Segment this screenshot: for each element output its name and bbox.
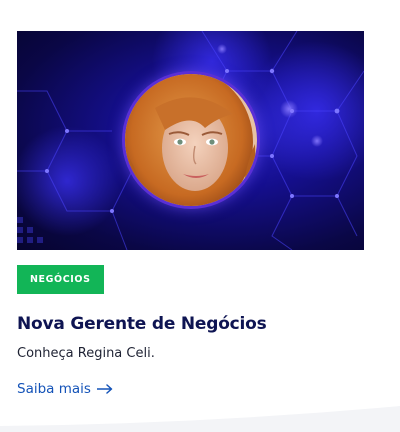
card-excerpt: Conheça Regina Celi. <box>17 346 155 361</box>
portrait-photo <box>125 74 257 206</box>
card-image[interactable] <box>17 31 364 250</box>
read-more-link[interactable]: Saiba mais <box>17 381 113 397</box>
read-more-label: Saiba mais <box>17 381 91 397</box>
portrait-frame <box>122 71 260 209</box>
card-title[interactable]: Nova Gerente de Negócios <box>17 314 364 334</box>
page: NEGÓCIOS Nova Gerente de Negócios Conheç… <box>0 0 400 432</box>
category-badge[interactable]: NEGÓCIOS <box>17 265 104 294</box>
arrow-right-icon <box>96 384 113 394</box>
news-card: NEGÓCIOS Nova Gerente de Negócios Conheç… <box>17 31 364 397</box>
